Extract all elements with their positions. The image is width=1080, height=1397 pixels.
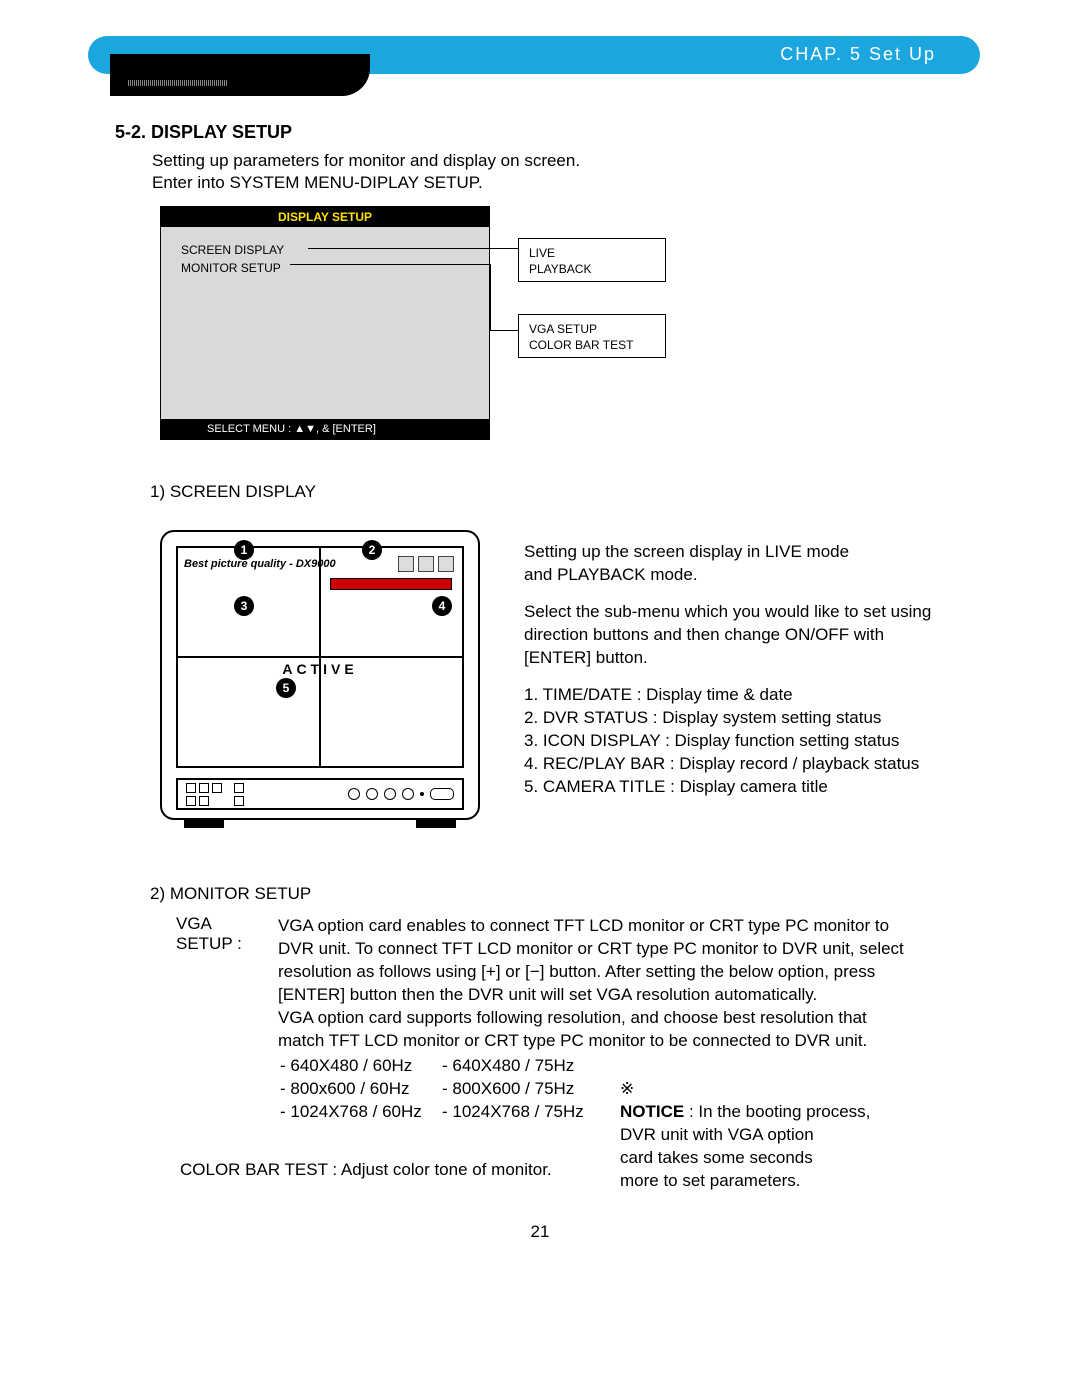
color-bar-test-line: COLOR BAR TEST : Adjust color tone of mo…: [180, 1160, 552, 1180]
camera-title-label: ACTIVE: [282, 661, 357, 677]
notice-block: ※ NOTICE : In the booting process, DVR u…: [620, 1054, 980, 1192]
res-item: - 800X600 / 75Hz: [442, 1077, 584, 1100]
button-cluster: [186, 783, 244, 806]
page: CHAP. 5 Set Up 5-2. DISPLAY SETUP Settin…: [0, 0, 1080, 1397]
connector-line: [290, 264, 490, 265]
page-number: 21: [0, 1222, 1080, 1242]
callout-line: VGA SETUP: [529, 321, 655, 337]
callout-line: COLOR BAR TEST: [529, 337, 655, 353]
res-item: - 640X480 / 60Hz: [280, 1054, 422, 1077]
osd-icons: [398, 556, 456, 572]
connector-line: [308, 248, 518, 249]
heading-screen-display: 1) SCREEN DISPLAY: [150, 482, 316, 502]
vga-setup-label: VGA SETUP :: [176, 914, 266, 954]
badge-4: 4: [432, 596, 452, 616]
callout-line: PLAYBACK: [529, 261, 655, 277]
para: Select the sub-menu which you would like…: [524, 600, 994, 669]
osd-top: Best picture quality - DX9000: [184, 554, 456, 574]
res-item: - 640X480 / 75Hz: [442, 1054, 584, 1077]
rec-play-bar: [330, 578, 452, 590]
connector-line: [490, 330, 518, 331]
badge-2: 2: [362, 540, 382, 560]
menu-item-screen-display: SCREEN DISPLAY: [181, 241, 469, 259]
osd-text: Best picture quality - DX9000: [184, 558, 336, 570]
screen-display-description: Setting up the screen display in LIVE mo…: [524, 540, 994, 798]
notice-symbol: ※: [620, 1079, 634, 1098]
badge-5: 5: [276, 678, 296, 698]
notice-bold: NOTICE: [620, 1102, 684, 1121]
resolution-col-60hz: - 640X480 / 60Hz - 800x600 / 60Hz - 1024…: [280, 1054, 422, 1123]
heading-monitor-setup: 2) MONITOR SETUP: [150, 884, 311, 904]
resolution-col-75hz: - 640X480 / 75Hz - 800X600 / 75Hz - 1024…: [442, 1054, 584, 1123]
list-item: 4. REC/PLAY BAR : Display record / playb…: [524, 752, 994, 775]
monitor-screen: Best picture quality - DX9000 ACTIVE: [176, 546, 464, 768]
monitor-foot: [184, 818, 224, 828]
section-title: 5-2. DISPLAY SETUP: [115, 122, 292, 143]
monitor-controls: [176, 778, 464, 810]
monitor-illustration: Best picture quality - DX9000 ACTIVE: [160, 530, 480, 864]
menu-item-monitor-setup: MONITOR SETUP: [181, 259, 469, 277]
list-item: 5. CAMERA TITLE : Display camera title: [524, 775, 994, 798]
callout-live-playback: LIVE PLAYBACK: [518, 238, 666, 282]
chapter-title: CHAP. 5 Set Up: [780, 44, 936, 65]
list-item: 2. DVR STATUS : Display system setting s…: [524, 706, 994, 729]
menu-footer: SELECT MENU : ▲▼, & [ENTER]: [161, 419, 489, 439]
connector-line: [490, 264, 491, 330]
menu-body: SCREEN DISPLAY MONITOR SETUP: [161, 227, 489, 291]
res-item: - 800x600 / 60Hz: [280, 1077, 422, 1100]
list-item: 3. ICON DISPLAY : Display function setti…: [524, 729, 994, 752]
osd-alarm-icon: [438, 556, 454, 572]
osd-status-icon: [418, 556, 434, 572]
monitor-foot: [416, 818, 456, 828]
callout-vga-colorbar: VGA SETUP COLOR BAR TEST: [518, 314, 666, 358]
vga-setup-body: VGA option card enables to connect TFT L…: [278, 914, 968, 1052]
osd-rec-icon: [398, 556, 414, 572]
menu-title: DISPLAY SETUP: [161, 207, 489, 227]
res-item: - 1024X768 / 75Hz: [442, 1100, 584, 1123]
list-item: 1. TIME/DATE : Display time & date: [524, 683, 994, 706]
split-horizontal: [178, 656, 462, 658]
banner-accent: [110, 54, 370, 96]
knob-cluster: [348, 788, 454, 800]
banner-hatch: [128, 80, 228, 86]
res-item: - 1024X768 / 60Hz: [280, 1100, 422, 1123]
callout-line: LIVE: [529, 245, 655, 261]
para: Setting up the screen display in LIVE mo…: [524, 540, 994, 586]
badge-3: 3: [234, 596, 254, 616]
display-setup-menu: DISPLAY SETUP SCREEN DISPLAY MONITOR SET…: [160, 206, 490, 440]
section-intro: Setting up parameters for monitor and di…: [152, 150, 580, 194]
monitor-body: Best picture quality - DX9000 ACTIVE: [160, 530, 480, 820]
badge-1: 1: [234, 540, 254, 560]
